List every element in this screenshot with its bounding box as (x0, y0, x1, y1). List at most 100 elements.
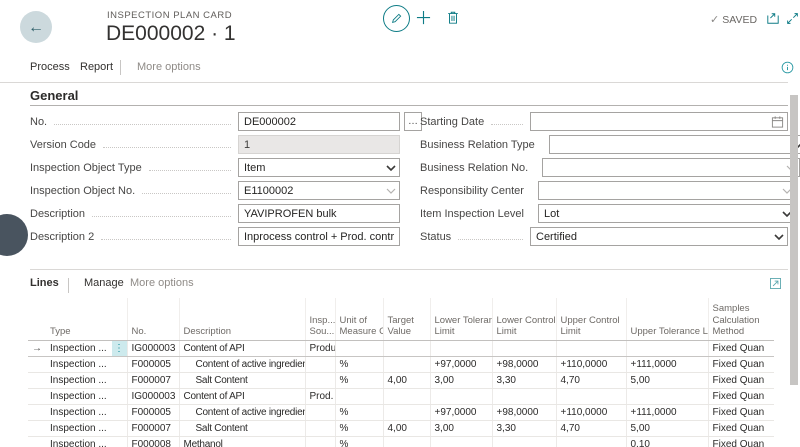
cell-ltl[interactable] (430, 437, 492, 447)
field-input-no[interactable] (238, 112, 400, 131)
menu-item-report[interactable]: Report (80, 61, 113, 73)
dropdown-button-inspection-object-type[interactable] (386, 165, 396, 171)
cell-desc[interactable]: Content of active ingredient (179, 357, 305, 373)
cell-src[interactable] (305, 437, 335, 447)
cell-lcl[interactable] (492, 437, 556, 447)
cell-ucl[interactable]: 4,70 (556, 373, 626, 389)
cell-no[interactable]: IG000003 (127, 341, 179, 357)
cell-target[interactable]: 4,00 (383, 373, 430, 389)
lookup-button-inspection-object-no[interactable] (386, 188, 396, 194)
cell-ucl[interactable]: +110,0000 (556, 405, 626, 421)
cell-lcl[interactable]: +98,0000 (492, 357, 556, 373)
cell-lcl[interactable] (492, 341, 556, 357)
column-header-samples[interactable]: SamplesCalculationMethod (708, 298, 774, 341)
row-menu-button[interactable]: ⋮ (112, 341, 127, 356)
cell-type[interactable]: Inspection ... (46, 373, 127, 389)
cell-uom[interactable]: % (335, 437, 383, 447)
cell-no[interactable]: F000008 (127, 437, 179, 447)
cell-lcl[interactable]: 3,30 (492, 373, 556, 389)
date-picker-button[interactable] (771, 115, 784, 128)
lines-more-options-button[interactable]: More options (130, 277, 194, 289)
column-header-ucl[interactable]: Upper ControlLimit (556, 298, 626, 341)
field-input-business-relation-type[interactable] (549, 135, 800, 154)
field-input-inspection-object-type[interactable] (238, 158, 400, 177)
cell-ltl[interactable]: +97,0000 (430, 405, 492, 421)
table-row[interactable]: Inspection ...F000005Content of active i… (28, 357, 774, 373)
column-header-no[interactable]: No. (127, 298, 179, 341)
field-input-item-inspection-level[interactable] (538, 204, 796, 223)
cell-ucl[interactable] (556, 341, 626, 357)
cell-utl[interactable]: 5,00 (626, 421, 708, 437)
table-row[interactable]: →Inspection ...⋮IG000003Content of APIPr… (28, 341, 774, 357)
cell-utl[interactable]: 0.10 (626, 437, 708, 447)
cell-utl[interactable]: +111,0000 (626, 405, 708, 421)
cell-src[interactable] (305, 405, 335, 421)
vertical-scrollbar[interactable] (790, 95, 798, 385)
cell-samples[interactable]: Fixed Quan (708, 389, 774, 405)
cell-src[interactable] (305, 357, 335, 373)
cell-lcl[interactable]: 3,30 (492, 421, 556, 437)
edit-icon[interactable] (383, 5, 410, 32)
delete-icon[interactable] (446, 10, 460, 25)
cell-target[interactable] (383, 437, 430, 447)
table-row[interactable]: Inspection ...F000005Content of active i… (28, 405, 774, 421)
cell-samples[interactable]: Fixed Quan (708, 341, 774, 357)
column-header-lcl[interactable]: Lower ControlLimit (492, 298, 556, 341)
cell-uom[interactable]: % (335, 405, 383, 421)
cell-type[interactable]: Inspection ... (46, 437, 127, 447)
more-options-button[interactable]: More options (137, 61, 201, 73)
column-header-uom[interactable]: Unit ofMeasure Code (335, 298, 383, 341)
cell-target[interactable] (383, 405, 430, 421)
cell-desc[interactable]: Salt Content (179, 373, 305, 389)
cell-utl[interactable] (626, 341, 708, 357)
cell-ucl[interactable] (556, 389, 626, 405)
tab-lines[interactable]: Lines (30, 277, 59, 289)
cell-samples[interactable]: Fixed Quan (708, 405, 774, 421)
cell-type[interactable]: Inspection ... (46, 357, 127, 373)
cell-samples[interactable]: Fixed Quan (708, 437, 774, 447)
table-row[interactable]: Inspection ...F000008Methanol% 0.10Fixed … (28, 437, 774, 447)
collapse-window-icon[interactable] (786, 12, 799, 25)
cell-type[interactable]: Inspection ... (46, 389, 127, 405)
field-input-inspection-object-no[interactable] (238, 181, 400, 200)
cell-desc[interactable]: Content of API (179, 341, 305, 357)
cell-src[interactable]: Prod. ... (305, 389, 335, 405)
cell-target[interactable] (383, 389, 430, 405)
cell-samples[interactable]: Fixed Quan (708, 421, 774, 437)
cell-type[interactable]: Inspection ... (46, 405, 127, 421)
cell-target[interactable] (383, 341, 430, 357)
cell-type[interactable]: Inspection ...⋮ (46, 341, 127, 357)
cell-no[interactable]: F000005 (127, 405, 179, 421)
cell-utl[interactable]: 5,00 (626, 373, 708, 389)
cell-lcl[interactable]: +98,0000 (492, 405, 556, 421)
column-header-src[interactable]: Insp...Sou... (305, 298, 335, 341)
column-header-type[interactable]: Type (46, 298, 127, 341)
open-in-new-window-icon[interactable] (766, 12, 780, 25)
menu-item-process[interactable]: Process (30, 61, 70, 73)
cell-desc[interactable]: Methanol (179, 437, 305, 447)
cell-desc[interactable]: Content of active ingredient (179, 405, 305, 421)
back-button[interactable]: ← (20, 11, 52, 43)
cell-ltl[interactable]: 3,00 (430, 421, 492, 437)
table-row[interactable]: Inspection ...F000007Salt Content%4,003,… (28, 421, 774, 437)
cell-uom[interactable]: % (335, 421, 383, 437)
cell-samples[interactable]: Fixed Quan (708, 357, 774, 373)
cell-desc[interactable]: Content of API (179, 389, 305, 405)
cell-desc[interactable]: Salt Content (179, 421, 305, 437)
field-input-starting-date[interactable] (530, 112, 788, 131)
field-input-version-code[interactable] (238, 135, 400, 154)
field-input-description[interactable] (238, 204, 400, 223)
new-icon[interactable] (416, 10, 431, 25)
field-input-status[interactable] (530, 227, 788, 246)
field-input-responsibility-center[interactable] (538, 181, 796, 200)
dropdown-button-status[interactable] (774, 234, 784, 240)
column-header-utl[interactable]: Upper Tolerance Limit (626, 298, 708, 341)
focus-mode-icon[interactable] (769, 277, 782, 290)
cell-src[interactable]: Produ... (305, 341, 335, 357)
cell-ltl[interactable]: 3,00 (430, 373, 492, 389)
field-input-description-2[interactable] (238, 227, 400, 246)
cell-lcl[interactable] (492, 389, 556, 405)
side-panel-handle[interactable] (0, 214, 28, 256)
cell-ltl[interactable] (430, 389, 492, 405)
cell-uom[interactable] (335, 341, 383, 357)
